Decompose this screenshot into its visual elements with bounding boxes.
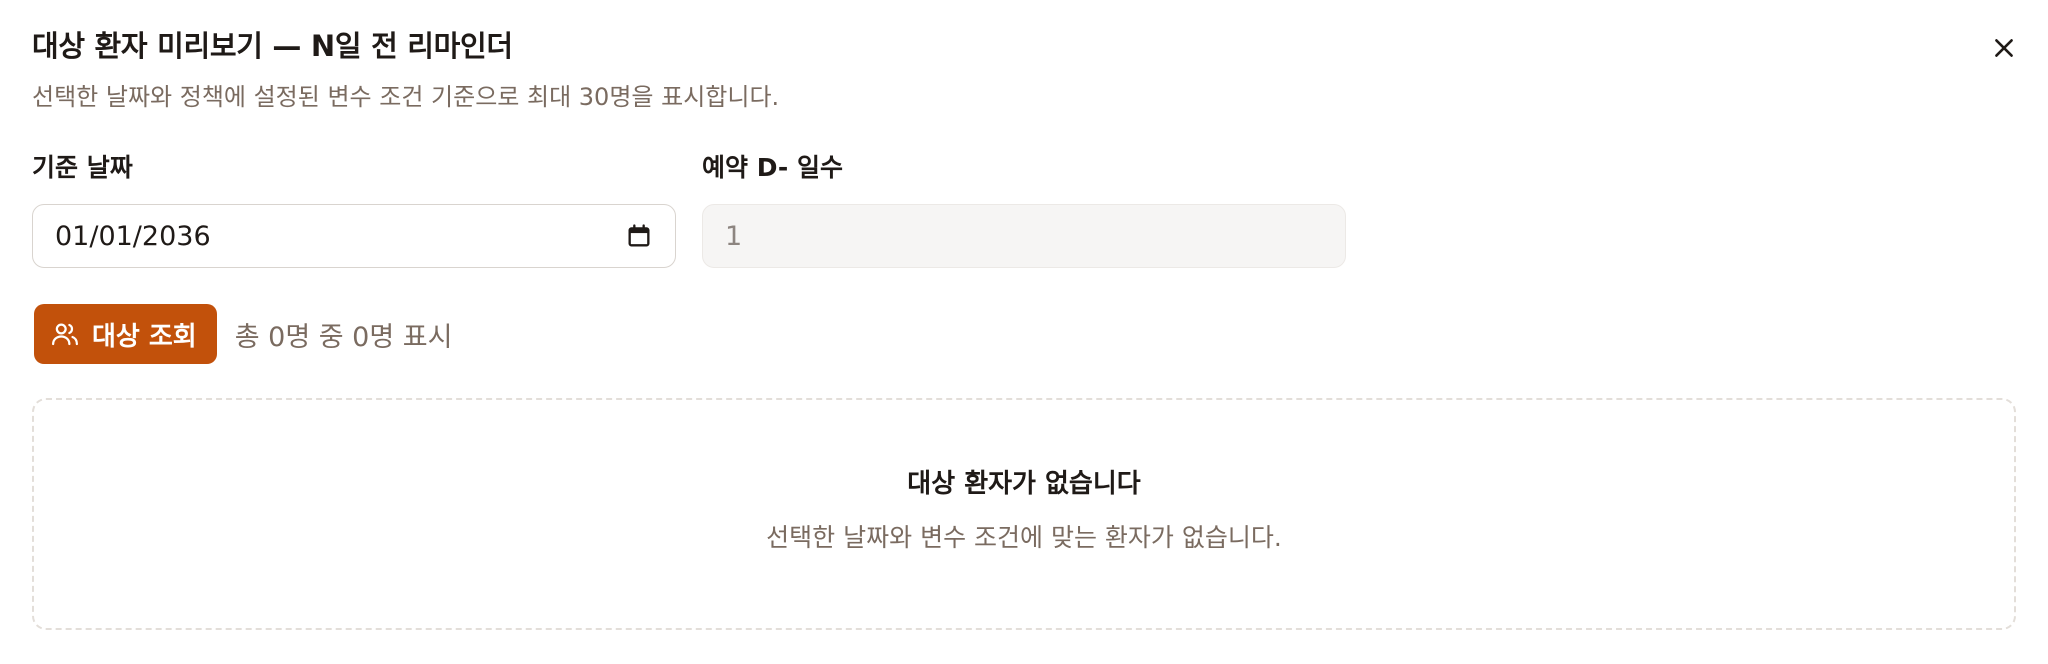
empty-state-title: 대상 환자가 없습니다 — [907, 469, 1141, 499]
dialog-title: 대상 환자 미리보기 — N일 전 리마인더 — [32, 29, 513, 63]
dialog-subtitle: 선택한 날짜와 정책에 설정된 변수 조건 기준으로 최대 30명을 표시합니다… — [32, 83, 780, 111]
date-input-value: 01/01/2036 — [55, 220, 211, 252]
date-field-label: 기준 날짜 — [32, 153, 133, 182]
filter-fields: 기준 날짜 01/01/2036 예약 D- 일수 1 — [32, 150, 1346, 268]
days-field: 예약 D- 일수 1 — [702, 150, 1346, 268]
dialog-header: 대상 환자 미리보기 — N일 전 리마인더 선택한 날짜와 정책에 설정된 변… — [32, 24, 2016, 114]
days-field-label: 예약 D- 일수 — [702, 153, 843, 182]
lookup-targets-button[interactable]: 대상 조회 — [34, 304, 217, 364]
result-count: 총 0명 중 0명 표시 — [234, 321, 453, 353]
date-input[interactable]: 01/01/2036 — [32, 204, 676, 268]
days-input-value: 1 — [725, 220, 743, 252]
close-button[interactable] — [1984, 28, 2024, 68]
empty-state: 대상 환자가 없습니다 선택한 날짜와 변수 조건에 맞는 환자가 없습니다. — [32, 398, 2016, 630]
action-row: 대상 조회 총 0명 중 0명 표시 — [34, 304, 452, 364]
empty-state-description: 선택한 날짜와 변수 조건에 맞는 환자가 없습니다. — [766, 523, 1282, 552]
target-patient-preview-dialog: 대상 환자 미리보기 — N일 전 리마인더 선택한 날짜와 정책에 설정된 변… — [0, 0, 2048, 664]
days-input[interactable]: 1 — [702, 204, 1346, 268]
calendar-icon[interactable] — [625, 222, 653, 250]
lookup-targets-label: 대상 조회 — [92, 321, 197, 352]
date-field: 기준 날짜 01/01/2036 — [32, 150, 676, 268]
users-icon — [52, 323, 78, 346]
close-icon — [1995, 39, 2013, 57]
